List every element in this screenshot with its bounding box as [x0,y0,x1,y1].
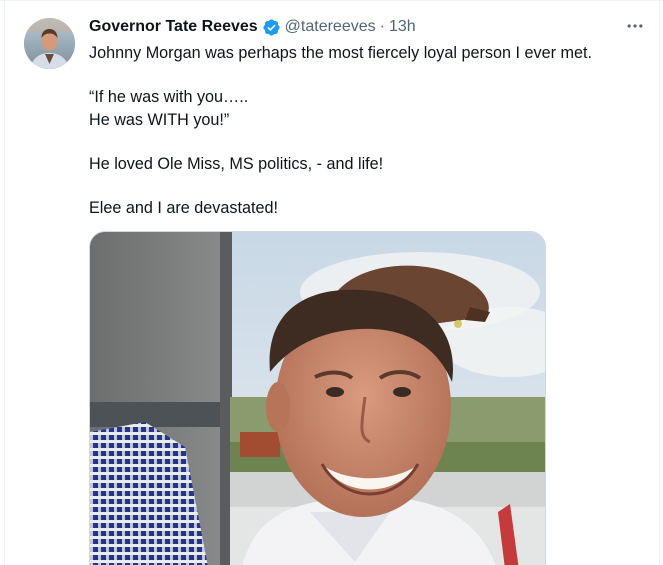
verified-badge-icon[interactable] [262,18,281,37]
tweet-line: He was WITH you!” [89,110,230,129]
tweet-line: Johnny Morgan was perhaps the most fierc… [89,44,592,62]
author-handle[interactable]: @tatereeves [285,18,376,36]
more-options-button[interactable] [623,14,647,38]
tweet-card[interactable]: Governor Tate Reeves @tatereeves · 13h J… [0,0,663,565]
left-divider [4,0,5,565]
tweet-photo[interactable] [89,231,546,565]
top-divider [0,0,663,1]
tweet-line: Elee and I are devastated! [89,199,278,218]
tweet-line: He loved Ole Miss, MS politics, - and li… [89,154,384,173]
separator-dot: · [379,18,385,35]
timestamp[interactable]: 13h [389,18,416,36]
tweet-text: Johnny Morgan was perhaps the most fierc… [89,42,649,220]
right-divider [659,0,660,565]
tweet-line: “If he was with you….. [89,88,249,107]
more-horizontal-icon [627,24,643,28]
photo-image [90,232,545,565]
tweet-header: Governor Tate Reeves @tatereeves · 13h [89,16,416,38]
avatar[interactable] [24,18,75,69]
avatar-image [24,18,75,69]
author-display-name[interactable]: Governor Tate Reeves [89,18,258,36]
